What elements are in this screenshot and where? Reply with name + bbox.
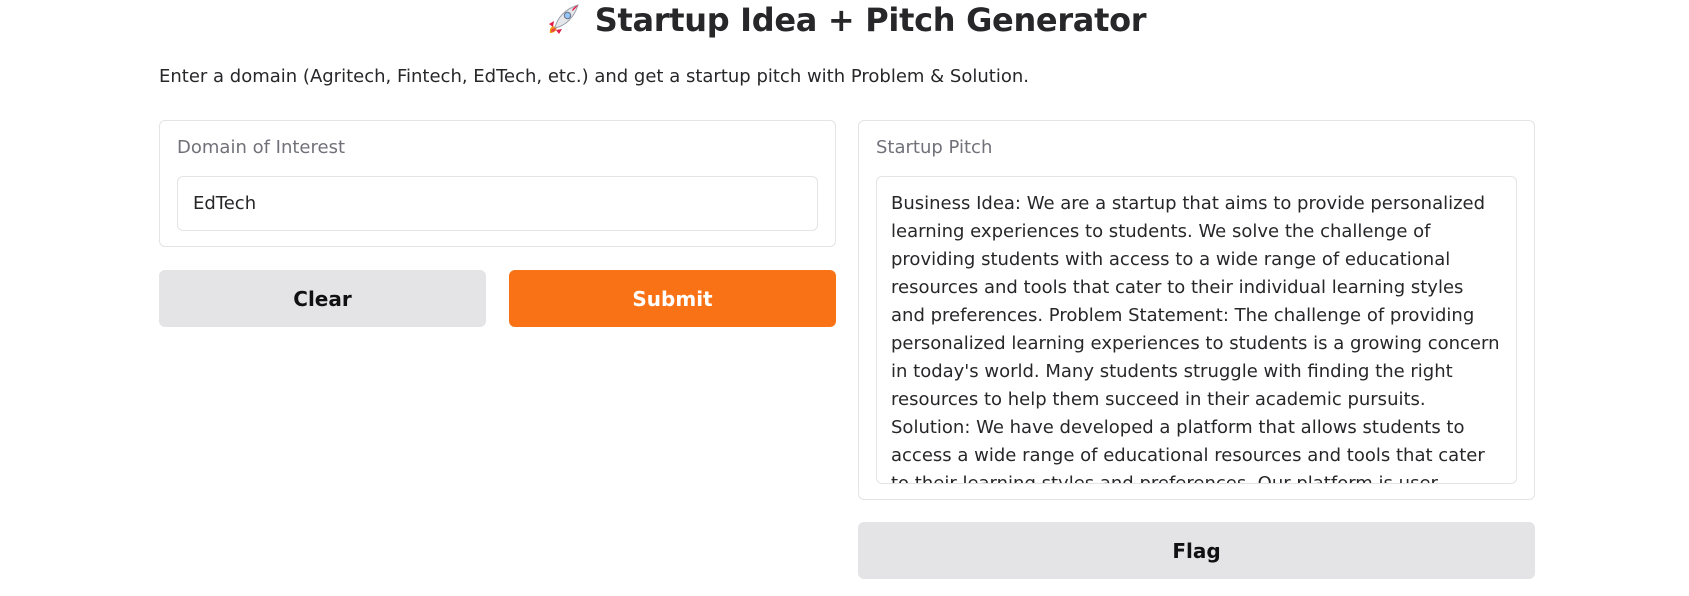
flag-button[interactable]: Flag	[858, 522, 1535, 579]
domain-input-panel: Domain of Interest	[159, 120, 836, 247]
domain-input-label: Domain of Interest	[177, 137, 346, 158]
page-header: Startup Idea + Pitch Generator	[0, 0, 1689, 40]
clear-button[interactable]: Clear	[159, 270, 486, 327]
startup-pitch-panel: Startup Pitch Business Idea: We are a st…	[858, 120, 1535, 500]
rocket-icon	[548, 4, 579, 34]
startup-pitch-label: Startup Pitch	[876, 137, 993, 158]
app-description: Enter a domain (Agritech, Fintech, EdTec…	[159, 66, 1029, 87]
domain-input[interactable]	[177, 176, 818, 231]
page-title: Startup Idea + Pitch Generator	[594, 1, 1147, 39]
startup-pitch-output[interactable]: Business Idea: We are a startup that aim…	[876, 176, 1517, 484]
submit-button[interactable]: Submit	[509, 270, 836, 327]
